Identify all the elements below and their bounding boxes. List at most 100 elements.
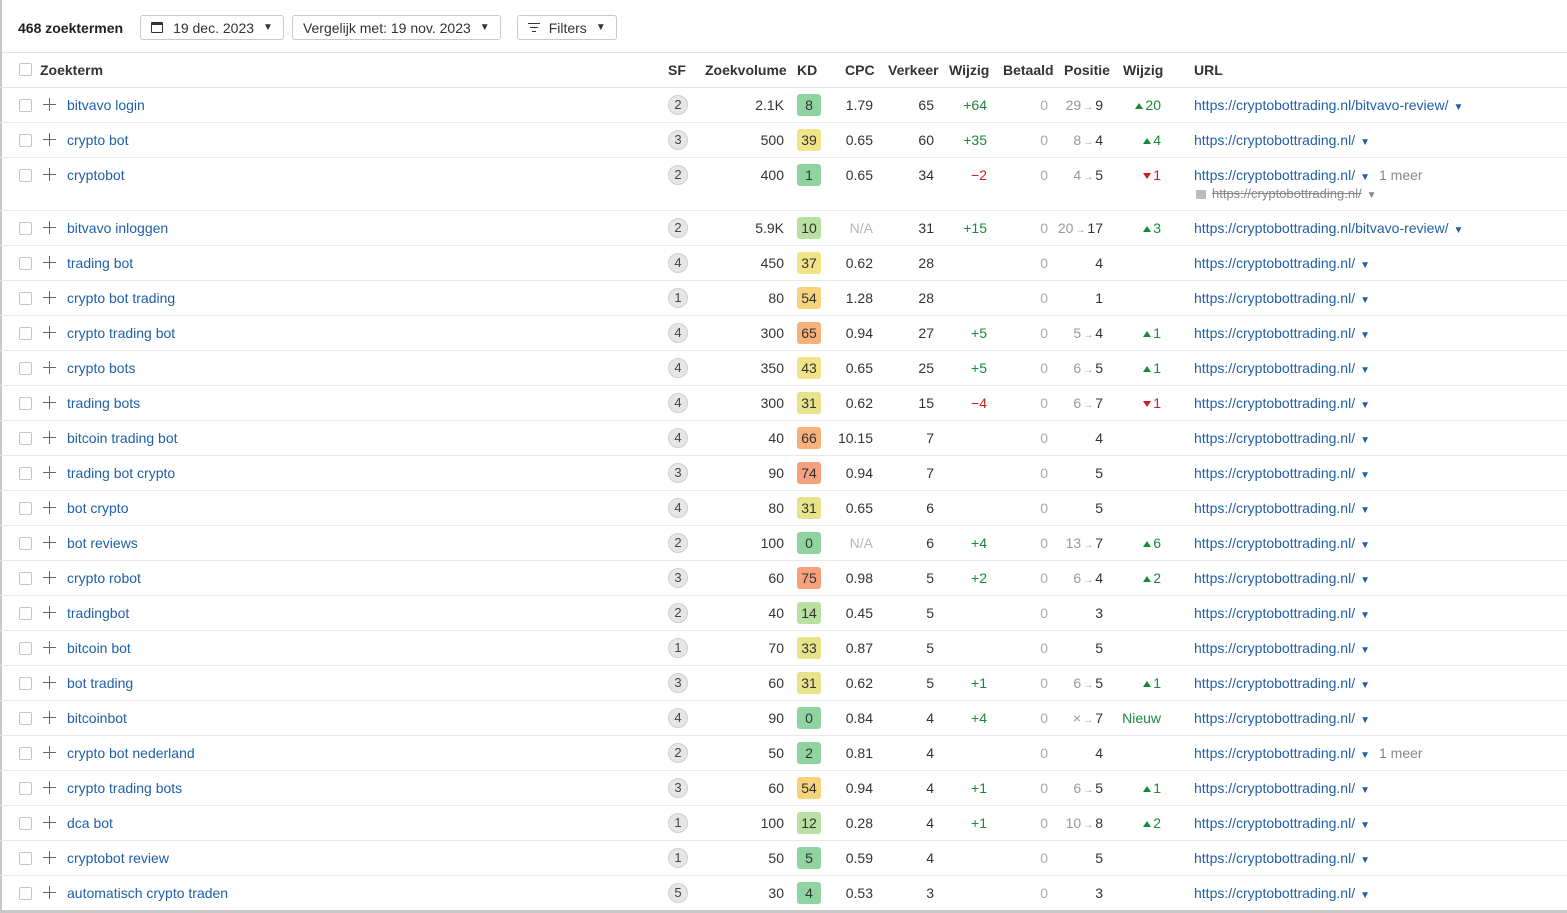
keyword-link[interactable]: cryptobot review [67, 850, 169, 866]
add-keyword-icon[interactable] [43, 168, 56, 181]
serp-features-badge[interactable]: 2 [668, 533, 688, 553]
ranking-url[interactable]: https://cryptobottrading.nl/ ▼ [1194, 360, 1370, 376]
previous-url-dropdown-icon[interactable]: ▼ [1367, 190, 1377, 201]
ranking-url[interactable]: https://cryptobottrading.nl/ ▼ [1194, 430, 1370, 446]
keyword-link[interactable]: bitcoin bot [67, 640, 131, 656]
url-link[interactable]: https://cryptobottrading.nl/ [1194, 132, 1355, 148]
url-dropdown-icon[interactable]: ▼ [1360, 750, 1370, 761]
add-keyword-icon[interactable] [43, 256, 56, 269]
filters-button[interactable]: Filters ▼ [516, 15, 617, 40]
ranking-url[interactable]: https://cryptobottrading.nl/bitvavo-revi… [1194, 220, 1463, 236]
ranking-url[interactable]: https://cryptobottrading.nl/ ▼ [1194, 500, 1370, 516]
url-dropdown-icon[interactable]: ▼ [1360, 137, 1370, 148]
url-dropdown-icon[interactable]: ▼ [1360, 610, 1370, 621]
url-link[interactable]: https://cryptobottrading.nl/ [1194, 640, 1355, 656]
more-urls-link[interactable]: 1 meer [1379, 745, 1423, 761]
serp-features-badge[interactable]: 4 [668, 428, 688, 448]
col-url[interactable]: URL [1194, 62, 1223, 78]
row-checkbox[interactable] [19, 467, 32, 480]
url-link[interactable]: https://cryptobottrading.nl/ [1194, 850, 1355, 866]
col-zoekvolume[interactable]: Zoekvolume [705, 62, 787, 78]
url-dropdown-icon[interactable]: ▼ [1360, 260, 1370, 271]
url-dropdown-icon[interactable]: ▼ [1360, 820, 1370, 831]
keyword-link[interactable]: crypto bot [67, 132, 128, 148]
url-dropdown-icon[interactable]: ▼ [1360, 505, 1370, 516]
keyword-link[interactable]: bitvavo login [67, 97, 145, 113]
url-link[interactable]: https://cryptobottrading.nl/ [1194, 290, 1355, 306]
row-checkbox[interactable] [19, 292, 32, 305]
url-link[interactable]: https://cryptobottrading.nl/ [1194, 465, 1355, 481]
url-dropdown-icon[interactable]: ▼ [1360, 365, 1370, 376]
serp-features-badge[interactable]: 4 [668, 358, 688, 378]
url-dropdown-icon[interactable]: ▼ [1360, 172, 1370, 183]
keyword-link[interactable]: tradingbot [67, 605, 129, 621]
row-checkbox[interactable] [19, 642, 32, 655]
serp-features-badge[interactable]: 1 [668, 848, 688, 868]
date-picker-button[interactable]: 19 dec. 2023 ▼ [140, 15, 284, 40]
serp-features-badge[interactable]: 4 [668, 323, 688, 343]
col-wijzig[interactable]: Wijzig [949, 62, 989, 78]
url-dropdown-icon[interactable]: ▼ [1360, 400, 1370, 411]
add-keyword-icon[interactable] [43, 711, 56, 724]
ranking-url[interactable]: https://cryptobottrading.nl/ ▼ [1194, 710, 1370, 726]
serp-features-badge[interactable]: 2 [668, 603, 688, 623]
ranking-url[interactable]: https://cryptobottrading.nl/ ▼ 1 meer [1194, 167, 1423, 183]
ranking-url[interactable]: https://cryptobottrading.nl/ ▼ [1194, 675, 1370, 691]
keyword-link[interactable]: automatisch crypto traden [67, 885, 228, 901]
ranking-url[interactable]: https://cryptobottrading.nl/ ▼ [1194, 395, 1370, 411]
ranking-url[interactable]: https://cryptobottrading.nl/ ▼ [1194, 570, 1370, 586]
url-dropdown-icon[interactable]: ▼ [1360, 680, 1370, 691]
col-betaald[interactable]: Betaald [1003, 62, 1054, 78]
add-keyword-icon[interactable] [43, 396, 56, 409]
col-kd[interactable]: KD [797, 62, 817, 78]
keyword-link[interactable]: trading bot [67, 255, 133, 271]
serp-features-badge[interactable]: 2 [668, 95, 688, 115]
row-checkbox[interactable] [19, 432, 32, 445]
more-urls-link[interactable]: 1 meer [1379, 167, 1423, 183]
add-keyword-icon[interactable] [43, 746, 56, 759]
add-keyword-icon[interactable] [43, 98, 56, 111]
keyword-link[interactable]: trading bot crypto [67, 465, 175, 481]
serp-features-badge[interactable]: 2 [668, 165, 688, 185]
ranking-url[interactable]: https://cryptobottrading.nl/ ▼ [1194, 132, 1370, 148]
keyword-link[interactable]: crypto robot [67, 570, 141, 586]
col-positie[interactable]: Positie [1064, 62, 1110, 78]
ranking-url[interactable]: https://cryptobottrading.nl/ ▼ [1194, 640, 1370, 656]
keyword-link[interactable]: bitcoin trading bot [67, 430, 178, 446]
row-checkbox[interactable] [19, 887, 32, 900]
add-keyword-icon[interactable] [43, 536, 56, 549]
ranking-url[interactable]: https://cryptobottrading.nl/ ▼ [1194, 605, 1370, 621]
ranking-url[interactable]: https://cryptobottrading.nl/bitvavo-revi… [1194, 97, 1463, 113]
add-keyword-icon[interactable] [43, 571, 56, 584]
col-sf[interactable]: SF [668, 62, 686, 78]
add-keyword-icon[interactable] [43, 291, 56, 304]
row-checkbox[interactable] [19, 782, 32, 795]
url-link[interactable]: https://cryptobottrading.nl/bitvavo-revi… [1194, 97, 1448, 113]
add-keyword-icon[interactable] [43, 886, 56, 899]
row-checkbox[interactable] [19, 327, 32, 340]
url-link[interactable]: https://cryptobottrading.nl/ [1194, 325, 1355, 341]
url-link[interactable]: https://cryptobottrading.nl/ [1194, 885, 1355, 901]
serp-features-badge[interactable]: 3 [668, 778, 688, 798]
row-checkbox[interactable] [19, 537, 32, 550]
url-link[interactable]: https://cryptobottrading.nl/ [1194, 430, 1355, 446]
ranking-url[interactable]: https://cryptobottrading.nl/ ▼ [1194, 780, 1370, 796]
url-link[interactable]: https://cryptobottrading.nl/ [1194, 255, 1355, 271]
ranking-url[interactable]: https://cryptobottrading.nl/ ▼ [1194, 465, 1370, 481]
row-checkbox[interactable] [19, 502, 32, 515]
url-dropdown-icon[interactable]: ▼ [1360, 295, 1370, 306]
row-checkbox[interactable] [19, 222, 32, 235]
serp-features-badge[interactable]: 3 [668, 568, 688, 588]
url-link[interactable]: https://cryptobottrading.nl/ [1194, 500, 1355, 516]
url-link[interactable]: https://cryptobottrading.nl/bitvavo-revi… [1194, 220, 1448, 236]
keyword-link[interactable]: crypto bot trading [67, 290, 175, 306]
add-keyword-icon[interactable] [43, 606, 56, 619]
url-link[interactable]: https://cryptobottrading.nl/ [1194, 167, 1355, 183]
url-link[interactable]: https://cryptobottrading.nl/ [1194, 570, 1355, 586]
url-dropdown-icon[interactable]: ▼ [1360, 540, 1370, 551]
row-checkbox[interactable] [19, 397, 32, 410]
keyword-link[interactable]: crypto trading bot [67, 325, 175, 341]
add-keyword-icon[interactable] [43, 361, 56, 374]
serp-features-badge[interactable]: 4 [668, 498, 688, 518]
row-checkbox[interactable] [19, 169, 32, 182]
